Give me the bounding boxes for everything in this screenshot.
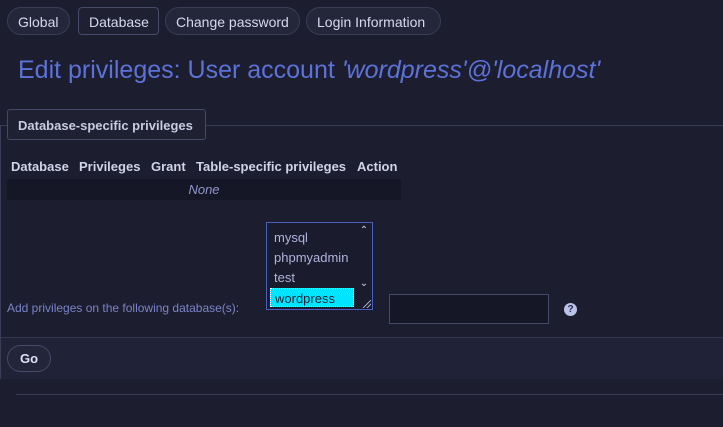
column-header-table-specific: Table-specific privileges <box>196 159 347 174</box>
option-test[interactable]: test <box>270 268 354 287</box>
column-header-action: Action <box>357 159 398 174</box>
column-header-database: Database <box>11 159 69 174</box>
option-wordpress[interactable]: wordpress <box>270 288 354 307</box>
divider <box>16 394 723 395</box>
table-header: Database Privileges Grant Table-specific… <box>7 155 401 177</box>
add-privileges-label: Add privileges on the following database… <box>7 301 240 315</box>
chevron-up-icon[interactable]: ⌃ <box>359 226 369 236</box>
tab-change-password[interactable]: Change password <box>165 7 300 35</box>
table-row-empty: None <box>7 179 401 200</box>
page-title: Edit privileges: User account 'wordpress… <box>18 56 600 85</box>
database-select[interactable]: mysql phpmyadmin test wordpress ⌃ ⌄ <box>266 222 373 310</box>
database-name-input[interactable] <box>389 294 549 324</box>
form-footer <box>1 337 723 379</box>
tab-global[interactable]: Global <box>7 7 70 35</box>
tab-database[interactable]: Database <box>78 7 159 35</box>
tab-login-information[interactable]: Login Information <box>306 7 441 35</box>
column-header-grant: Grant <box>151 159 186 174</box>
chevron-down-icon[interactable]: ⌄ <box>359 279 369 289</box>
option-mysql[interactable]: mysql <box>270 228 354 247</box>
option-phpmyadmin[interactable]: phpmyadmin <box>270 248 354 267</box>
resize-grip-icon[interactable] <box>363 300 371 308</box>
help-icon[interactable]: ? <box>564 303 577 316</box>
column-header-privileges: Privileges <box>79 159 141 174</box>
go-button[interactable]: Go <box>7 345 51 372</box>
page-title-user: 'wordpress'@'localhost' <box>341 56 601 84</box>
privileges-table: Database Privileges Grant Table-specific… <box>7 155 401 200</box>
fieldset-legend: Database-specific privileges <box>7 109 206 140</box>
page-title-prefix: Edit privileges: User account <box>18 56 342 84</box>
